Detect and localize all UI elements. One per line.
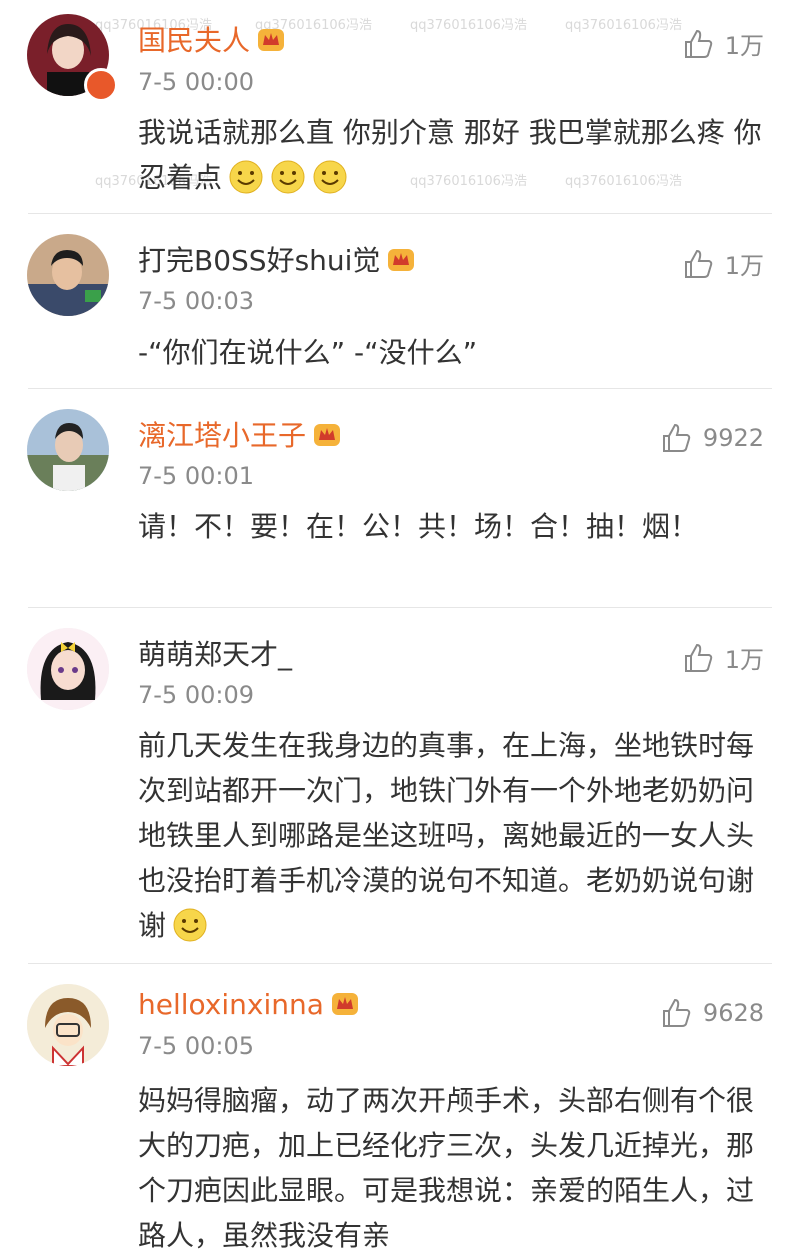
- comment-time: 7-5 00:00: [138, 68, 254, 96]
- username-text: 打完B0SS好shui觉: [138, 244, 381, 277]
- comment-time: 7-5 00:01: [138, 462, 254, 490]
- comment-text-content: -“你们在说什么” -“没什么”: [138, 336, 478, 369]
- avatar-image: [27, 409, 109, 491]
- thumbs-up-icon: [662, 998, 691, 1027]
- username[interactable]: 国民夫人: [138, 24, 286, 58]
- avatar-image: [27, 628, 109, 710]
- comment-text-content: 请！不！要！在！公！共！场！合！抽！烟！: [138, 510, 699, 543]
- like-button[interactable]: 1万: [681, 26, 764, 61]
- smile-emoji-icon: [229, 160, 263, 194]
- avatar[interactable]: [27, 409, 109, 491]
- username[interactable]: 打完B0SS好shui觉: [138, 244, 416, 278]
- comment-text-content: 前几天发生在我身边的真事，在上海，坐地铁时每次到站都开一次门，地铁门外有一个外地…: [138, 729, 755, 942]
- comment-text: 我说话就那么直 你别介意 那好 我巴掌就那么疼 你忍着点: [138, 110, 778, 200]
- like-count: 9628: [702, 999, 764, 1027]
- like-button[interactable]: 9628: [659, 996, 764, 1030]
- comment-time: 7-5 00:05: [138, 1032, 254, 1060]
- comment-item: helloxinxinna 7-5 00:05 9628 妈妈得脑瘤，动了两次开…: [0, 964, 800, 1258]
- thumbs-up-icon: [684, 249, 712, 278]
- comment-text: 妈妈得脑瘤，动了两次开颅手术，头部右侧有个很大的刀疤，加上已经化疗三次，头发几近…: [138, 1078, 758, 1258]
- comment-item: 国民夫人 7-5 00:00 1万 我说话就那么直 你别介意 那好 我巴掌就那么…: [0, 0, 800, 213]
- crown-vip-icon: [314, 424, 341, 446]
- username[interactable]: 漓江塔小王子: [138, 419, 342, 453]
- crown-vip-icon: [331, 993, 358, 1015]
- crown-vip-icon: [258, 29, 285, 51]
- avatar-image: [27, 234, 109, 316]
- username-text: 漓江塔小王子: [138, 419, 307, 452]
- thumbs-up-icon: [662, 423, 691, 452]
- like-count: 1万: [724, 646, 764, 674]
- like-count: 1万: [724, 252, 764, 280]
- comment-text: 前几天发生在我身边的真事，在上海，坐地铁时每次到站都开一次门，地铁门外有一个外地…: [138, 723, 758, 948]
- comment-item: 漓江塔小王子 7-5 00:01 9922 请！不！要！在！公！共！场！合！抽！…: [0, 389, 800, 607]
- like-button[interactable]: 1万: [681, 246, 764, 281]
- comment-text-content: 妈妈得脑瘤，动了两次开颅手术，头部右侧有个很大的刀疤，加上已经化疗三次，头发几近…: [138, 1084, 755, 1252]
- smile-emoji-icon: [313, 160, 347, 194]
- crown-vip-icon: [388, 249, 415, 271]
- thumbs-up-icon: [684, 643, 712, 672]
- username-text: 国民夫人: [138, 24, 251, 57]
- like-button[interactable]: 1万: [681, 640, 764, 675]
- comment-time: 7-5 00:09: [138, 681, 254, 709]
- username-text: helloxinxinna: [138, 988, 324, 1021]
- avatar-image: [27, 984, 109, 1066]
- username-text: 萌萌郑天才_: [138, 638, 293, 671]
- comment-item: 打完B0SS好shui觉 7-5 00:03 1万 -“你们在说什么” -“没什…: [0, 214, 800, 388]
- username[interactable]: helloxinxinna: [138, 988, 360, 1022]
- comment-text: 请！不！要！在！公！共！场！合！抽！烟！: [138, 504, 708, 549]
- avatar[interactable]: [27, 234, 109, 316]
- comment-time: 7-5 00:03: [138, 287, 254, 315]
- like-count: 9922: [702, 424, 764, 452]
- verified-icon: [84, 68, 118, 102]
- username[interactable]: 萌萌郑天才_: [138, 638, 292, 672]
- smile-emoji-icon: [271, 160, 305, 194]
- smile-emoji-icon: [173, 908, 207, 942]
- avatar[interactable]: [27, 984, 109, 1066]
- like-button[interactable]: 9922: [659, 421, 764, 455]
- like-count: 1万: [724, 32, 764, 60]
- avatar[interactable]: [27, 628, 109, 710]
- thumbs-up-icon: [684, 29, 712, 58]
- comment-text: -“你们在说什么” -“没什么”: [138, 330, 778, 375]
- comment-item: 萌萌郑天才_ 7-5 00:09 1万 前几天发生在我身边的真事，在上海，坐地铁…: [0, 608, 800, 963]
